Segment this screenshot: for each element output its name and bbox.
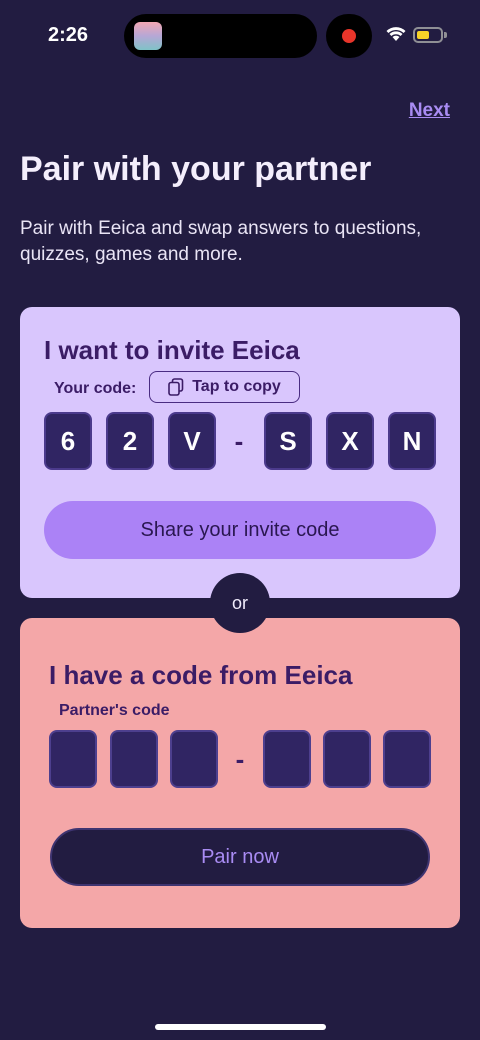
code-separator: - xyxy=(235,744,245,774)
invite-heading: I want to invite Eeica xyxy=(44,335,300,365)
partner-code-input[interactable] xyxy=(110,730,158,788)
copy-label: Tap to copy xyxy=(192,378,281,395)
invite-code-digit: 2 xyxy=(106,412,154,470)
invite-code-digit: N xyxy=(388,412,436,470)
pair-now-button[interactable]: Pair now xyxy=(50,828,430,886)
share-invite-code-button[interactable]: Share your invite code xyxy=(44,501,436,559)
copy-icon xyxy=(168,378,184,396)
tap-to-copy-button[interactable]: Tap to copy xyxy=(149,371,300,403)
partner-code-input[interactable] xyxy=(383,730,431,788)
home-indicator[interactable] xyxy=(155,1024,326,1030)
invite-code-row: 6 2 V - S X N xyxy=(20,412,460,472)
your-code-label: Your code: xyxy=(54,380,137,397)
invite-code-digit: S xyxy=(264,412,312,470)
join-card: I have a code from Eeica Partner's code … xyxy=(20,618,460,928)
join-heading: I have a code from Eeica xyxy=(49,660,353,690)
invite-code-digit: V xyxy=(168,412,216,470)
recording-dot-icon xyxy=(342,29,356,43)
app-icon xyxy=(134,22,162,50)
status-bar: 2:26 xyxy=(0,0,480,72)
partner-code-input[interactable] xyxy=(323,730,371,788)
partner-code-row: - xyxy=(20,730,460,790)
partner-code-label: Partner's code xyxy=(59,702,170,719)
screen-recording-indicator[interactable] xyxy=(326,14,372,58)
invite-code-digit: 6 xyxy=(44,412,92,470)
partner-code-input[interactable] xyxy=(263,730,311,788)
next-link[interactable]: Next xyxy=(409,100,450,122)
invite-code-digit: X xyxy=(326,412,374,470)
status-time: 2:26 xyxy=(48,24,89,46)
page-title: Pair with your partner xyxy=(20,150,372,188)
battery-tip xyxy=(444,32,447,38)
battery-icon xyxy=(413,27,443,43)
or-divider: or xyxy=(210,573,270,633)
partner-code-input[interactable] xyxy=(49,730,97,788)
partner-code-input[interactable] xyxy=(170,730,218,788)
dynamic-island[interactable] xyxy=(124,14,317,58)
wifi-icon xyxy=(386,27,406,41)
code-separator: - xyxy=(234,426,244,456)
page-subtitle: Pair with Eeica and swap answers to ques… xyxy=(20,218,422,265)
battery-level xyxy=(417,31,429,39)
invite-card: I want to invite Eeica Your code: Tap to… xyxy=(20,307,460,598)
